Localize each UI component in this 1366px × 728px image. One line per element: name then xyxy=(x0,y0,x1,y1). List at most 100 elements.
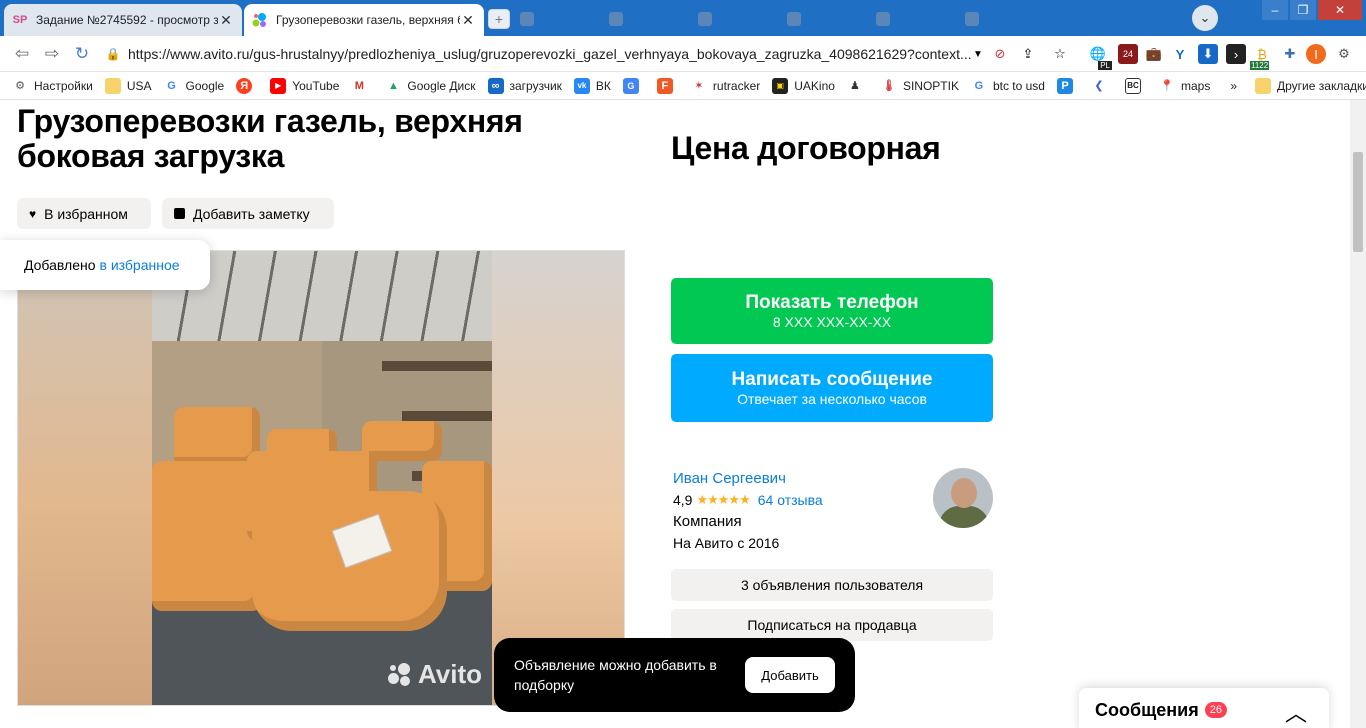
forward-icon[interactable]: ⇨ xyxy=(42,44,62,64)
messages-panel[interactable]: Сообщения 26 ︿ xyxy=(1079,688,1329,728)
chevron-up-icon[interactable]: ︿ xyxy=(1285,696,1307,728)
bookmark-bc[interactable]: BC xyxy=(1124,77,1147,94)
tab-title: Задание №2745592 - просмотр за xyxy=(36,13,218,27)
briefcase-icon[interactable]: 💼 xyxy=(1144,44,1164,64)
note-icon xyxy=(174,208,185,219)
close-window-icon[interactable]: ✕ xyxy=(1318,0,1362,20)
response-time: Отвечает за несколько часов xyxy=(737,391,927,407)
bookmark-maps[interactable]: 📍 maps xyxy=(1159,78,1210,94)
watermark-text: Avito xyxy=(418,659,483,689)
favorite-button[interactable]: ♥ В избранном xyxy=(17,198,151,229)
seller-name-link[interactable]: Иван Сергеевич xyxy=(673,470,786,487)
page-scrollbar[interactable] xyxy=(1350,100,1366,728)
bookmark-arrow[interactable]: ❮ xyxy=(1091,78,1113,94)
bookmark-rutracker[interactable]: ✶ rutracker xyxy=(691,78,760,94)
write-message-button[interactable]: Написать сообщение Отвечает за несколько… xyxy=(671,354,993,422)
profile-avatar[interactable]: I xyxy=(1306,44,1326,64)
terminal-icon[interactable]: › xyxy=(1226,44,1246,64)
snackbar-add-button[interactable]: Добавить xyxy=(745,657,835,693)
bookmarks-bar: ⚙ Настройки USA G Google Я ▶ YouTube M ▲ Goo… xyxy=(0,72,1366,100)
drive-icon: ▲ xyxy=(387,79,399,92)
globe-pl-icon[interactable]: 🌐 PL xyxy=(1088,44,1112,70)
toast-favorites-link[interactable]: в избранное xyxy=(100,257,180,273)
bookmark-label: btc to usd xyxy=(992,78,1045,93)
bookmark-label: Google xyxy=(185,78,225,93)
maps-icon: 📍 xyxy=(1160,80,1174,92)
seller-type: Компания xyxy=(673,513,742,530)
bookmark-gmail[interactable]: M xyxy=(351,78,373,94)
maximize-icon[interactable]: ❐ xyxy=(1290,0,1316,20)
listing-photo[interactable]: Avito xyxy=(152,251,492,705)
bitcoin-icon[interactable]: ₿ 1122 xyxy=(1250,44,1272,70)
ext-24-icon[interactable]: 24 xyxy=(1118,44,1138,64)
back-icon[interactable]: ⇦ xyxy=(12,44,32,64)
star-icon[interactable]: ☆ xyxy=(1050,44,1070,64)
share-icon[interactable]: ⇪ xyxy=(1018,44,1038,64)
show-phone-button[interactable]: Показать телефон 8 XXX XXX-XX-XX xyxy=(671,278,993,344)
minimize-icon[interactable]: – xyxy=(1262,0,1288,20)
add-note-label: Добавить заметку xyxy=(193,205,310,222)
tab-close-icon[interactable]: ✕ xyxy=(218,12,234,29)
seller-avatar[interactable] xyxy=(933,468,993,528)
bookmark-btc[interactable]: Gbtc to usd xyxy=(971,78,1045,94)
y-icon[interactable]: Y xyxy=(1170,44,1190,64)
bookmark-vk[interactable]: vk ВК xyxy=(573,77,611,94)
bookmark-youtube[interactable]: ▶ YouTube xyxy=(270,77,339,94)
show-phone-label: Показать телефон xyxy=(745,292,919,313)
puzzle-icon[interactable]: ✚ xyxy=(1280,44,1300,64)
favorite-toast: Добавлено в избранное xyxy=(0,240,210,290)
bc-icon: BC xyxy=(1124,77,1141,94)
google-icon: G xyxy=(974,79,984,92)
bookmark-label: Google Диск xyxy=(407,78,476,93)
bookmark-drive[interactable]: ▲ Google Диск xyxy=(385,78,476,94)
seller-ads-button[interactable]: 3 объявления пользователя xyxy=(671,569,993,601)
tab-avito[interactable]: Грузоперевозки газель, верхняя б ✕ xyxy=(244,4,484,36)
bookmark-usa[interactable]: USA xyxy=(104,77,152,94)
tab-close-icon[interactable]: ✕ xyxy=(460,12,476,29)
gear-icon: ⚙ xyxy=(15,80,25,92)
bookmark-sinoptik[interactable]: 🌡 SINOPTIK xyxy=(881,78,959,94)
bookmark-google[interactable]: G Google xyxy=(164,78,225,94)
browser-tab-bar: SP Задание №2745592 - просмотр за ✕ Груз… xyxy=(0,0,1366,36)
youtube-icon: ▶ xyxy=(270,77,287,94)
dropdown-icon[interactable]: ▼ xyxy=(968,44,988,64)
new-tab-button[interactable]: + xyxy=(488,9,510,29)
uakino-icon: ▣ xyxy=(772,77,789,94)
ext-number-badge: 1122 xyxy=(1250,61,1270,70)
bookmark-translate[interactable]: G xyxy=(622,77,645,94)
download-icon[interactable]: ⬇ xyxy=(1198,44,1218,64)
scrollbar-thumb[interactable] xyxy=(1353,152,1363,252)
camera-blocked-icon[interactable]: ⊘ xyxy=(990,44,1010,64)
avito-logo-icon xyxy=(388,662,414,687)
listing-title: Грузоперевозки газель, верхняя боковая з… xyxy=(17,103,523,174)
photo-slat xyxy=(382,361,492,371)
bookmark-figure[interactable]: ♟ xyxy=(847,78,869,94)
bookmark-uakino[interactable]: ▣ UAKino xyxy=(772,77,835,94)
reload-icon[interactable]: ↻ xyxy=(72,44,92,64)
write-message-label: Написать сообщение xyxy=(731,369,933,390)
browser-profile-icon[interactable]: ⌄ xyxy=(1192,5,1218,31)
menu-icon[interactable]: ⚙ xyxy=(1334,44,1354,64)
bookmark-yandex[interactable]: Я xyxy=(236,77,258,94)
reviews-link[interactable]: 64 отзыва xyxy=(758,492,823,508)
add-note-button[interactable]: Добавить заметку xyxy=(162,198,334,229)
p-icon: P xyxy=(1056,77,1073,94)
vk-icon: vk xyxy=(573,77,590,94)
bookmark-p[interactable]: P xyxy=(1056,77,1079,94)
favorite-label: В избранном xyxy=(44,205,128,222)
bookmarks-more[interactable]: » xyxy=(1230,79,1237,93)
bookmark-label: SINOPTIK xyxy=(902,78,959,93)
bookmark-other[interactable]: Другие закладки xyxy=(1255,77,1366,94)
gallery-blur-right xyxy=(490,251,624,705)
bookmark-downloader[interactable]: ∞ загрузчик xyxy=(487,77,562,94)
yandex-icon: Я xyxy=(236,77,253,94)
bookmark-settings[interactable]: ⚙ Настройки xyxy=(12,78,93,94)
subscribe-seller-button[interactable]: Подписаться на продавца xyxy=(671,609,993,641)
background-tabs xyxy=(520,9,979,29)
tab-task[interactable]: SP Задание №2745592 - просмотр за ✕ xyxy=(4,4,242,36)
lock-icon[interactable]: 🔒 xyxy=(98,47,128,61)
address-bar[interactable]: 🔒 https://www.avito.ru/gus-hrustalnyy/pr… xyxy=(98,40,988,68)
bookmark-label: maps xyxy=(1180,78,1211,93)
avito-watermark: Avito xyxy=(388,659,482,690)
bookmark-f[interactable]: F xyxy=(656,77,679,94)
